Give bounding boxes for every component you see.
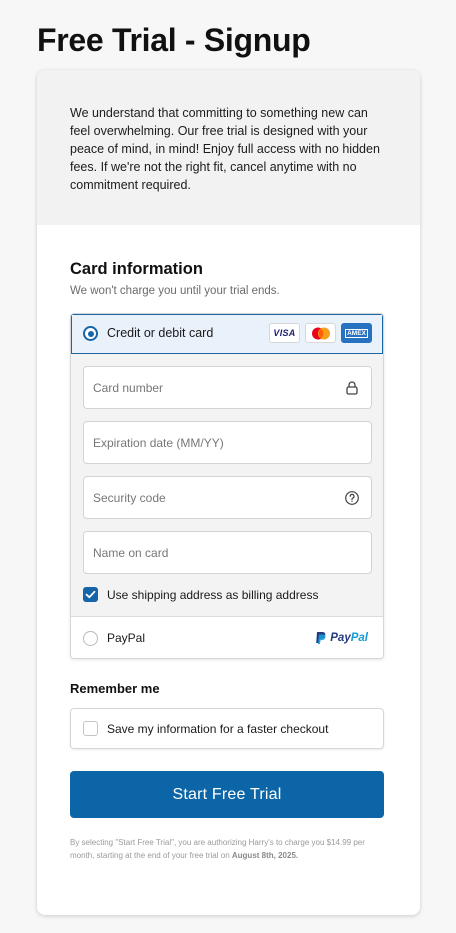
card-number-field[interactable] (83, 366, 372, 409)
option-paypal[interactable]: PayPal Pay Pal (71, 616, 383, 658)
page-title: Free Trial - Signup (37, 22, 311, 58)
expiration-field[interactable] (83, 421, 372, 464)
paypal-radio[interactable] (83, 631, 98, 646)
paypal-logo-icon: Pay Pal (315, 631, 368, 645)
visa-icon: VISA (269, 323, 300, 343)
amex-text: AMEX (345, 328, 368, 338)
payment-method-group: Credit or debit card VISA AMEX Card numb… (70, 313, 384, 659)
save-info-label: Save my information for a faster checkou… (107, 722, 329, 736)
amex-icon: AMEX (341, 323, 372, 343)
name-on-card-input[interactable] (84, 532, 371, 573)
billing-address-label: Use shipping address as billing address (107, 588, 319, 602)
legal-text: By selecting "Start Free Trial", you are… (70, 838, 365, 860)
lock-icon (344, 380, 360, 396)
checkmark-icon (85, 590, 96, 599)
credit-card-label: Credit or debit card (107, 326, 214, 340)
paypal-label: PayPal (107, 631, 146, 645)
intro-panel: We understand that committing to somethi… (37, 70, 420, 225)
billing-address-checkbox[interactable] (83, 587, 98, 602)
save-info-checkbox[interactable] (83, 721, 98, 736)
expiration-input[interactable] (84, 422, 371, 463)
paypal-logo-text-1: Pay (330, 632, 351, 644)
help-circle-icon[interactable] (344, 490, 360, 506)
signup-card: We understand that committing to somethi… (37, 70, 420, 915)
mastercard-icon (305, 323, 336, 343)
option-credit-card[interactable]: Credit or debit card VISA AMEX (71, 314, 383, 354)
remember-me-title: Remember me (70, 681, 160, 696)
security-code-input[interactable] (84, 477, 371, 518)
credit-card-radio[interactable] (83, 326, 98, 341)
card-number-input[interactable] (84, 367, 371, 408)
paypal-logo-text-2: Pal (350, 632, 368, 644)
legal-date: August 8th, 2025. (231, 850, 299, 860)
card-info-subtitle: We won't charge you until your trial end… (70, 285, 280, 297)
card-info-title: Card information (70, 260, 203, 278)
name-on-card-field[interactable] (83, 531, 372, 574)
security-code-field[interactable] (83, 476, 372, 519)
remember-me-option[interactable]: Save my information for a faster checkou… (70, 708, 384, 749)
intro-text: We understand that committing to somethi… (70, 106, 380, 192)
legal-disclaimer: By selecting "Start Free Trial", you are… (70, 837, 388, 862)
visa-text: VISA (273, 328, 296, 338)
start-free-trial-button[interactable]: Start Free Trial (70, 771, 384, 818)
